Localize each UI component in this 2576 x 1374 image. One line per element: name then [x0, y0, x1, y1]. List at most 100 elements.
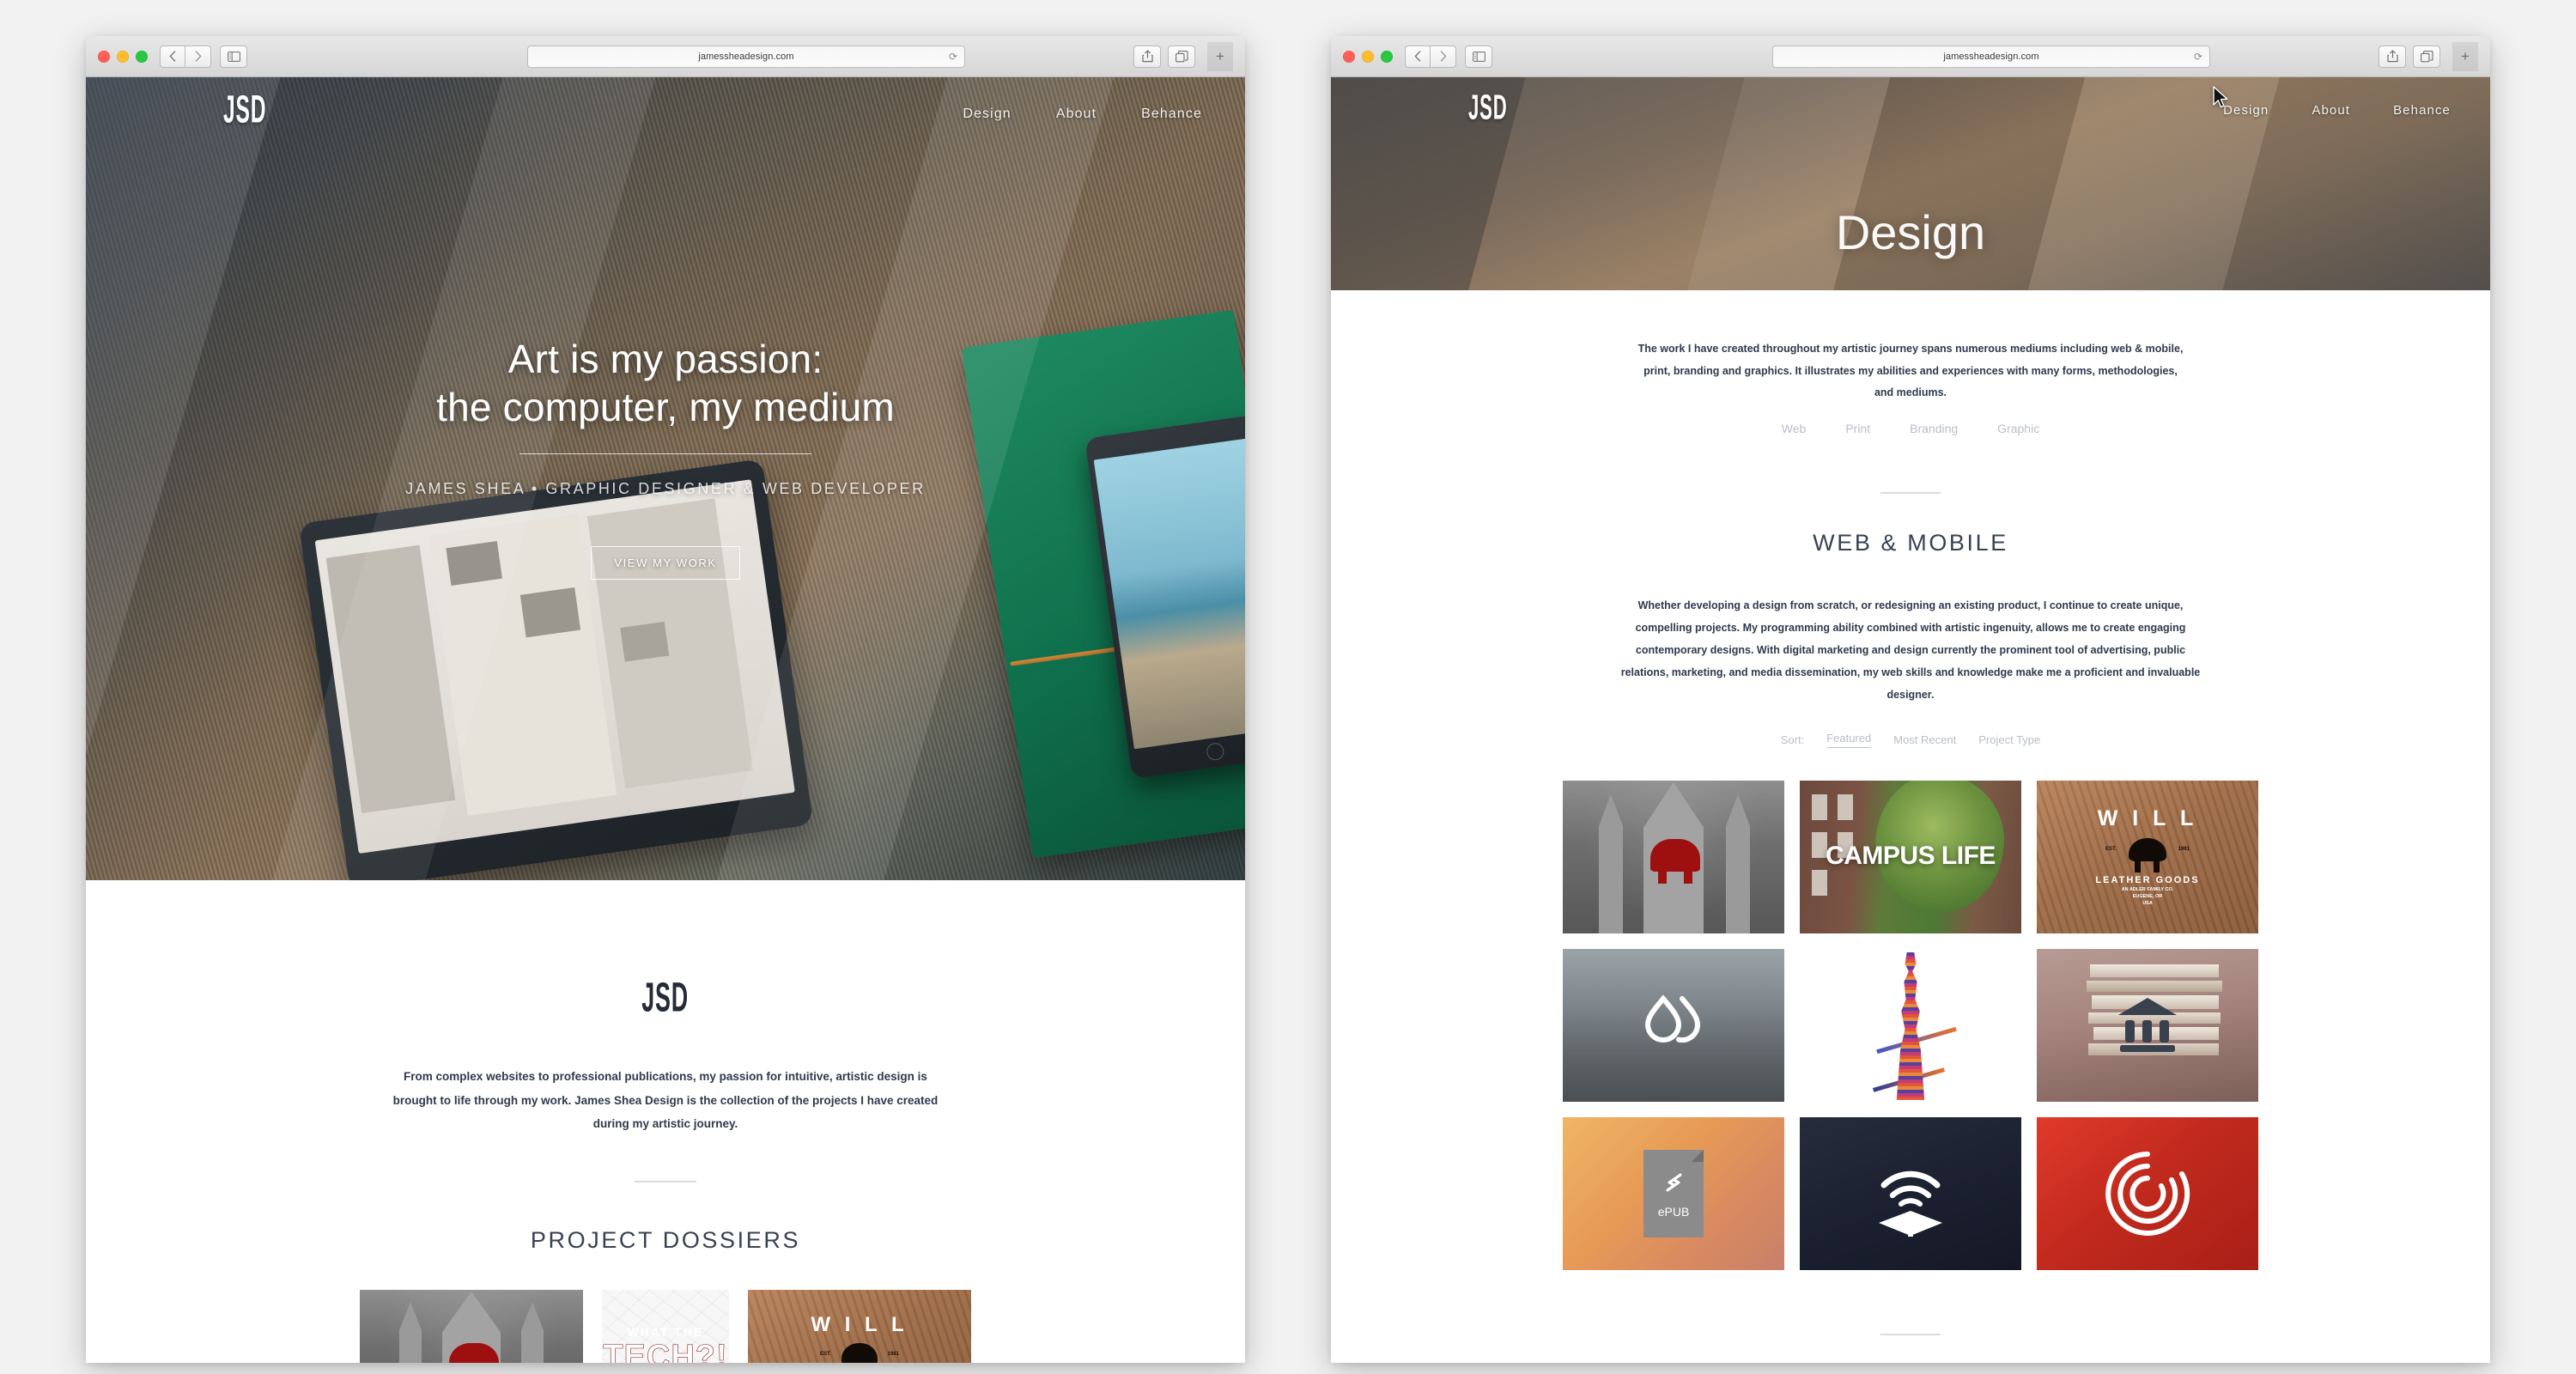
tag-graphic[interactable]: Graphic	[1997, 422, 2039, 435]
tag-branding[interactable]: Branding	[1910, 422, 1958, 435]
sidebar-toggle-button[interactable]	[1465, 45, 1492, 68]
forward-button[interactable]	[185, 45, 211, 68]
address-bar-left[interactable]: jamessheadesign.com ⟳	[527, 45, 965, 68]
nav-item-about[interactable]: About	[2312, 103, 2350, 118]
back-button[interactable]	[1405, 45, 1431, 68]
intro-paragraph: From complex websites to professional pu…	[392, 1070, 939, 1131]
forward-button[interactable]	[1431, 45, 1456, 68]
view-my-work-button[interactable]: VIEW MY WORK	[591, 546, 740, 581]
campus-life-caption: CAMPUS LIFE	[1826, 841, 1996, 870]
share-icon	[1141, 50, 1153, 63]
reload-icon[interactable]: ⟳	[2194, 51, 2202, 63]
traffic-lights-left[interactable]	[98, 50, 148, 63]
dossier-thumbnails: WHAT THE TECH?! THE CENTER FOR INSTRUCTI…	[86, 1290, 1245, 1363]
chevron-right-icon	[1440, 51, 1447, 62]
sidebar-toggle-button[interactable]	[220, 45, 247, 68]
nav-item-behance[interactable]: Behance	[1141, 106, 1202, 122]
reload-icon[interactable]: ⟳	[949, 51, 957, 63]
tabs-icon	[1175, 50, 1188, 62]
site-nav-links: Design About Behance	[963, 106, 1202, 122]
design-page-title: Design	[1835, 205, 1986, 259]
zoom-button[interactable]	[136, 50, 148, 63]
chevron-left-icon	[1414, 51, 1421, 62]
minimize-button[interactable]	[1362, 50, 1374, 63]
body-logo: JSD	[641, 973, 690, 1020]
new-tab-button[interactable]: +	[1207, 41, 1233, 71]
web-mobile-title: WEB & MOBILE	[1813, 529, 2008, 556]
site-header-left: JSD Design About Behance	[86, 77, 1245, 130]
nav-item-design[interactable]: Design	[2223, 103, 2269, 118]
category-tags: Web Print Branding Graphic	[1331, 422, 2490, 435]
nav-item-about[interactable]: About	[1056, 106, 1097, 122]
url-text: jamessheadesign.com	[1943, 51, 2039, 62]
nav-item-design[interactable]: Design	[963, 106, 1011, 122]
hero-divider	[519, 453, 811, 455]
share-button[interactable]	[1133, 45, 1161, 68]
site-header-right: JSD Design About Behance	[1331, 77, 2490, 125]
sort-option-most-recent[interactable]: Most Recent	[1893, 733, 1956, 746]
web-mobile-paragraph: Whether developing a design from scratch…	[1620, 599, 2201, 701]
share-icon	[2386, 50, 2398, 63]
site-logo[interactable]: JSD	[1468, 90, 1508, 125]
dossier-thumb-what-the-tech[interactable]: WHAT THE TECH?! THE CENTER FOR INSTRUCTI…	[602, 1290, 729, 1363]
will-title-text: W I L L	[811, 1313, 908, 1337]
url-text: jamessheadesign.com	[698, 51, 794, 62]
share-button[interactable]	[2379, 45, 2406, 68]
sort-option-featured[interactable]: Featured	[1826, 732, 1872, 748]
close-button[interactable]	[1343, 50, 1355, 63]
will-fine-line3: USA	[2142, 900, 2153, 906]
gallery-item-will-leather[interactable]: W I L L EST. 1981 LEATHER GOODS AN ADLER…	[2037, 780, 2258, 933]
dossier-thumb-elephant-campus[interactable]	[360, 1290, 583, 1363]
sort-option-project-type[interactable]: Project Type	[1978, 733, 2040, 746]
cow-silhouette-icon	[2128, 837, 2166, 873]
nav-item-behance[interactable]: Behance	[2393, 103, 2451, 118]
gallery-item-concentric-circles[interactable]	[2037, 1116, 2258, 1270]
will-fine-line1: AN ADLER FAMILY CO.	[2121, 887, 2174, 893]
gallery-item-graduation-wifi[interactable]	[1800, 1116, 2021, 1270]
nav-buttons-right[interactable]	[1405, 45, 1456, 68]
gallery-item-striped-chess-king[interactable]	[1800, 948, 2021, 1102]
gallery-item-elephant-campus[interactable]	[1563, 780, 1784, 933]
gallery-item-epub[interactable]: ePUB	[1563, 1116, 1784, 1270]
tabs-icon	[2420, 50, 2433, 62]
hero-headline-line1: Art is my passion:	[507, 337, 823, 381]
concentric-circles-icon	[2105, 1151, 2190, 1236]
toolbar-right-left: +	[1133, 41, 1233, 71]
will-est-right: 1981	[2178, 847, 2190, 853]
site-body-right: The work I have created throughout my ar…	[1331, 290, 2490, 1363]
show-tabs-button[interactable]	[2413, 45, 2440, 68]
tag-print[interactable]: Print	[1845, 422, 1870, 435]
sort-controls: Sort: Featured Most Recent Project Type	[1331, 732, 2490, 748]
tech-top-text: WHAT THE	[627, 1325, 704, 1340]
site-logo[interactable]: JSD	[223, 91, 266, 131]
show-tabs-button[interactable]	[1168, 45, 1195, 68]
sort-label: Sort:	[1780, 733, 1805, 746]
chevron-right-icon	[195, 51, 202, 62]
epub-document-icon: ePUB	[1643, 1149, 1704, 1237]
dossier-thumb-will-leather[interactable]: W I L L EST. 1981 LEATHER GOODS AN ADLER…	[748, 1290, 971, 1363]
epub-label: ePUB	[1657, 1204, 1690, 1219]
back-button[interactable]	[160, 45, 185, 68]
red-elephant-icon	[1650, 838, 1700, 885]
site-body-left: JSD From complex websites to professiona…	[86, 880, 1245, 1363]
zoom-button[interactable]	[1381, 50, 1393, 63]
page-viewport-left: JSD Design About Behance Art is my passi…	[86, 77, 1245, 1363]
tag-web[interactable]: Web	[1782, 422, 1807, 435]
gallery-item-campus-life[interactable]: CAMPUS LIFE	[1800, 780, 2021, 933]
hero-section: JSD Design About Behance Art is my passi…	[86, 77, 1245, 880]
print-section-title: PRINT	[1331, 1361, 2490, 1363]
nav-buttons-left[interactable]	[160, 45, 211, 68]
close-button[interactable]	[98, 50, 110, 63]
titlebar-right: jamessheadesign.com ⟳ +	[1331, 36, 2490, 77]
site-nav-links: Design About Behance	[2223, 103, 2451, 118]
minimize-button[interactable]	[117, 50, 129, 63]
titlebar-left: jamessheadesign.com ⟳ +	[86, 36, 1245, 77]
new-tab-button[interactable]: +	[2452, 41, 2478, 71]
address-bar-right[interactable]: jamessheadesign.com ⟳	[1772, 45, 2210, 68]
gallery-item-water-drops[interactable]	[1563, 948, 1784, 1102]
traffic-lights-right[interactable]	[1343, 50, 1393, 63]
graduation-cap-wifi-icon	[1879, 1170, 1942, 1237]
will-title-text: W I L L	[2097, 806, 2198, 831]
tech-main-text: TECH?!	[603, 1339, 728, 1363]
gallery-item-library-bank[interactable]	[2037, 948, 2258, 1102]
